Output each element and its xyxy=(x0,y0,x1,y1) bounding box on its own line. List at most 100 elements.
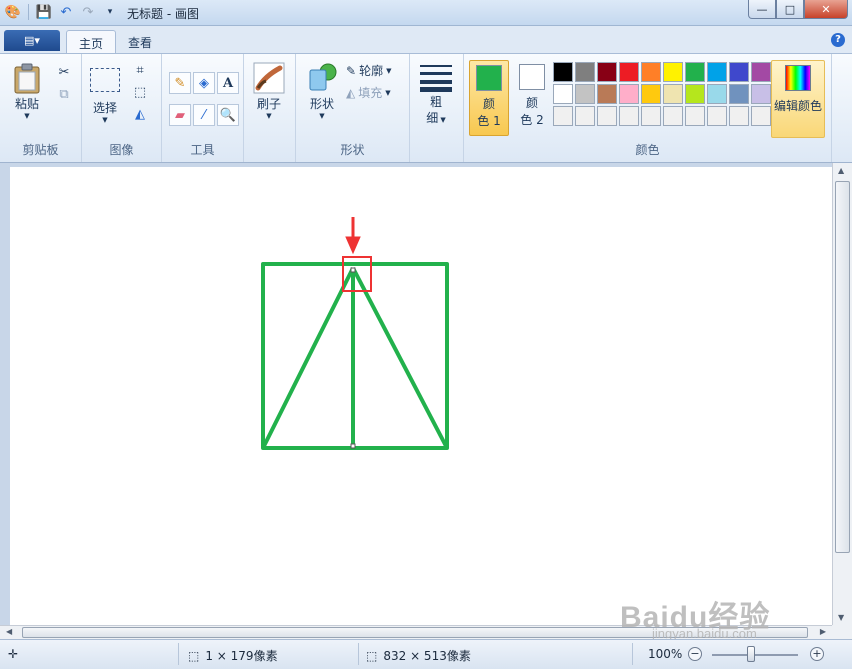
redo-icon[interactable]: ↷ xyxy=(79,3,97,21)
group-tools: ✎ ◈ A ▰ ⁄ 🔍 工具 xyxy=(162,54,244,162)
rotate-icon[interactable]: ◭ xyxy=(130,104,150,124)
palette-color-2-10[interactable] xyxy=(751,84,771,104)
brush-icon xyxy=(253,62,285,94)
cursor-position: ✛ xyxy=(8,647,18,661)
palette-color-3-4[interactable] xyxy=(619,106,639,126)
palette-color-3-7[interactable] xyxy=(685,106,705,126)
color2-label-line1: 颜 xyxy=(525,96,538,110)
title-bar: 🎨 💾 ↶ ↷ ▾ 无标题 - 画图 — □ ✕ xyxy=(0,0,852,26)
palette-color-3-1[interactable] xyxy=(553,106,573,126)
paste-dropdown-icon: ▼ xyxy=(24,112,30,120)
palette-color-1-2[interactable] xyxy=(575,62,595,82)
edit-colors-button[interactable]: 编辑颜色 xyxy=(771,60,825,138)
tab-view[interactable]: 查看 xyxy=(116,30,164,53)
canvas-size-icon: ⬚ xyxy=(366,648,378,663)
fill-button[interactable]: ◭ 填充 ▼ xyxy=(346,84,391,101)
fill-bucket-icon[interactable]: ◈ xyxy=(193,72,215,94)
vertical-scrollbar[interactable]: ▲ ▼ xyxy=(832,163,852,625)
maximize-button[interactable]: □ xyxy=(776,0,804,19)
scroll-right-icon[interactable]: ▶ xyxy=(820,627,826,636)
status-bar: ✛ ⬚ 1 × 179像素 ⬚ 832 × 513像素 100% − + xyxy=(0,639,852,669)
zoom-out-button[interactable]: − xyxy=(688,647,702,661)
crop-icon[interactable]: ⌗ xyxy=(130,60,150,80)
help-icon[interactable]: ? xyxy=(831,33,845,47)
close-button[interactable]: ✕ xyxy=(804,0,848,19)
select-rect-icon xyxy=(90,68,120,92)
size-button[interactable]: 粗 细 ▼ xyxy=(419,62,453,126)
palette-color-3-5[interactable] xyxy=(641,106,661,126)
drawing-layer xyxy=(261,217,449,450)
drawing-canvas[interactable] xyxy=(10,167,832,625)
palette-color-1-6[interactable] xyxy=(663,62,683,82)
palette-color-3-9[interactable] xyxy=(729,106,749,126)
app-menu-button[interactable]: ▤▾ xyxy=(4,30,60,51)
ribbon-tab-bar: ▤▾ 主页 查看 ? xyxy=(0,26,852,53)
resize-icon[interactable]: ⬚ xyxy=(130,82,150,102)
pencil-icon[interactable]: ✎ xyxy=(169,72,191,94)
palette-color-1-4[interactable] xyxy=(619,62,639,82)
palette-color-2-5[interactable] xyxy=(641,84,661,104)
color-palette xyxy=(552,61,772,127)
palette-color-3-3[interactable] xyxy=(597,106,617,126)
selection-handle-bottom[interactable] xyxy=(350,443,356,449)
zoom-slider-track[interactable] xyxy=(712,654,798,656)
tab-home[interactable]: 主页 xyxy=(66,30,117,53)
palette-color-1-3[interactable] xyxy=(597,62,617,82)
zoom-in-button[interactable]: + xyxy=(810,647,824,661)
minimize-button[interactable]: — xyxy=(748,0,776,19)
eraser-icon[interactable]: ▰ xyxy=(169,104,191,126)
color1-button[interactable]: 颜 色 1 xyxy=(469,60,509,136)
zoom-percent: 100% xyxy=(648,647,683,661)
palette-color-2-4[interactable] xyxy=(619,84,639,104)
color2-button[interactable]: 颜 色 2 xyxy=(512,60,552,136)
copy-icon[interactable]: ⧉ xyxy=(54,84,74,104)
outline-button[interactable]: ✎ 轮廓 ▼ xyxy=(346,62,391,79)
scroll-down-icon[interactable]: ▼ xyxy=(838,613,844,622)
palette-color-2-2[interactable] xyxy=(575,84,595,104)
palette-color-1-9[interactable] xyxy=(729,62,749,82)
status-divider xyxy=(358,643,359,665)
palette-color-2-3[interactable] xyxy=(597,84,617,104)
select-button[interactable]: 选择 ▼ xyxy=(90,64,120,124)
paint-app-icon[interactable]: 🎨 xyxy=(4,3,22,21)
vertical-scroll-thumb[interactable] xyxy=(835,181,850,553)
group-clipboard: 粘贴 ▼ ✂ ⧉ 剪贴板 xyxy=(0,54,82,162)
shapes-label: 形状 xyxy=(309,97,334,111)
customize-qat-icon[interactable]: ▾ xyxy=(101,3,119,21)
palette-color-3-8[interactable] xyxy=(707,106,727,126)
shapes-button[interactable]: 形状 ▼ xyxy=(306,62,338,120)
zoom-slider-thumb[interactable] xyxy=(746,646,755,662)
palette-color-1-10[interactable] xyxy=(751,62,771,82)
color-picker-icon[interactable]: ⁄ xyxy=(193,104,215,126)
cut-icon[interactable]: ✂ xyxy=(54,62,74,82)
magnifier-icon[interactable]: 🔍 xyxy=(217,104,239,126)
scroll-up-icon[interactable]: ▲ xyxy=(838,166,844,175)
save-icon[interactable]: 💾 xyxy=(35,3,53,21)
palette-color-1-8[interactable] xyxy=(707,62,727,82)
text-tool-icon[interactable]: A xyxy=(217,72,239,94)
palette-color-2-7[interactable] xyxy=(685,84,705,104)
workspace xyxy=(0,163,832,625)
palette-color-2-8[interactable] xyxy=(707,84,727,104)
palette-color-2-1[interactable] xyxy=(553,84,573,104)
drawn-left-slope xyxy=(261,267,355,449)
paste-button[interactable]: 粘贴 ▼ xyxy=(12,62,42,120)
palette-color-1-7[interactable] xyxy=(685,62,705,82)
palette-color-2-6[interactable] xyxy=(663,84,683,104)
group-label-tools: 工具 xyxy=(190,143,215,157)
palette-color-1-1[interactable] xyxy=(553,62,573,82)
palette-color-3-6[interactable] xyxy=(663,106,683,126)
palette-color-1-5[interactable] xyxy=(641,62,661,82)
quick-access-toolbar: 🎨 💾 ↶ ↷ ▾ xyxy=(4,3,119,21)
outline-icon: ✎ xyxy=(346,63,357,78)
palette-color-3-10[interactable] xyxy=(751,106,771,126)
palette-color-3-2[interactable] xyxy=(575,106,595,126)
undo-icon[interactable]: ↶ xyxy=(57,3,75,21)
scroll-left-icon[interactable]: ◀ xyxy=(6,627,12,636)
group-label-clipboard: 剪贴板 xyxy=(22,143,59,157)
drawn-right-slope xyxy=(351,267,449,449)
palette-color-2-9[interactable] xyxy=(729,84,749,104)
canvas-size-text: 832 × 513像素 xyxy=(383,649,471,663)
selection-handle-top[interactable] xyxy=(350,267,356,273)
brushes-button[interactable]: 刷子 ▼ xyxy=(253,62,285,120)
